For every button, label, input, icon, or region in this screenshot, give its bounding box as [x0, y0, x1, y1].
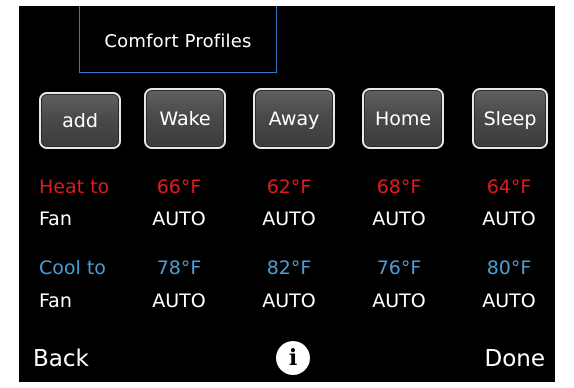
profile-button-home[interactable]: Home	[362, 88, 444, 149]
cool-value-away: 82°F	[266, 257, 312, 279]
cool-value-wake: 78°F	[156, 257, 202, 279]
heat-fan-value-wake: AUTO	[152, 208, 206, 230]
heat-to-label: Heat to	[39, 176, 110, 198]
cool-fan-value-home: AUTO	[372, 290, 426, 312]
cool-fan-value-away: AUTO	[262, 290, 316, 312]
info-icon-glyph: i	[288, 345, 298, 371]
heat-fan-value-away: AUTO	[262, 208, 316, 230]
cool-fan-value-wake: AUTO	[152, 290, 206, 312]
heat-value-home: 68°F	[376, 176, 422, 198]
cool-fan-label: Fan	[39, 290, 72, 312]
profile-button-wake[interactable]: Wake	[144, 88, 226, 149]
title-box: Comfort Profiles	[79, 6, 277, 73]
back-button[interactable]: Back	[33, 346, 89, 372]
thermostat-screen: Comfort Profiles add Wake Away Home Slee…	[19, 6, 555, 382]
cool-value-home: 76°F	[376, 257, 422, 279]
profile-button-away[interactable]: Away	[253, 88, 335, 149]
heat-fan-value-sleep: AUTO	[482, 208, 536, 230]
page-title: Comfort Profiles	[104, 31, 252, 52]
cool-fan-value-sleep: AUTO	[482, 290, 536, 312]
add-profile-button[interactable]: add	[39, 92, 121, 149]
cool-to-label: Cool to	[39, 257, 106, 279]
info-icon[interactable]: i	[276, 341, 310, 375]
heat-value-wake: 66°F	[156, 176, 202, 198]
heat-value-away: 62°F	[266, 176, 312, 198]
heat-fan-label: Fan	[39, 208, 72, 230]
heat-value-sleep: 64°F	[486, 176, 532, 198]
cool-value-sleep: 80°F	[486, 257, 532, 279]
heat-fan-value-home: AUTO	[372, 208, 426, 230]
profile-button-sleep[interactable]: Sleep	[472, 88, 548, 149]
done-button[interactable]: Done	[484, 346, 545, 372]
